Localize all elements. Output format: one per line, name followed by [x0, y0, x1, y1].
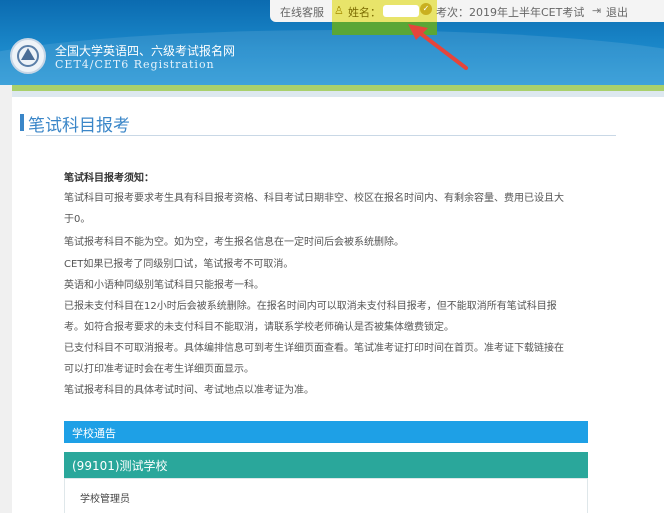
notice-line: CET如果已报考了同级别口试，笔试报考不可取消。 — [64, 259, 294, 270]
bulletin-label: 学校通告 — [72, 427, 116, 440]
name-label: 姓名： — [348, 6, 381, 19]
notice-line: 笔试报考科目的具体考试时间、考试地点以准考证为准。 — [64, 385, 314, 396]
notice-line: 可以打印准考证时会在考生详细页面显示。 — [64, 364, 254, 375]
logout-link[interactable]: 退出 — [606, 4, 628, 20]
notice-line: 已支付科目不可取消报考。具体编排信息可到考生详细页面查看。笔试准考证打印时间在首… — [64, 343, 564, 354]
password-icon[interactable]: ✓ — [420, 3, 432, 15]
cet-logo — [10, 38, 46, 74]
school-name: (99101)测试学校 — [72, 459, 168, 473]
notice-line: 考。如符合报考要求的未支付科目不能取消，请联系学校老师确认是否被集体缴费锁定。 — [64, 322, 454, 333]
page-title: 笔试科目报考 — [20, 111, 130, 136]
logout-icon[interactable]: ⇥ — [592, 4, 601, 17]
notice-line: 笔试报考科目不能为空。如为空，考生报名信息在一定时间后会被系统删除。 — [64, 237, 404, 248]
site-subtitle: CET4/CET6 Registration — [55, 58, 215, 71]
arrow-annotation — [408, 24, 468, 70]
name-value-masked — [383, 5, 419, 17]
school-admin: 学校管理员 — [80, 494, 130, 505]
notice-line: 已报未支付科目在12小时后会被系统删除。在报名时间内可以取消未支付科目报考，但不… — [64, 301, 557, 312]
site-header: 在线客服 ♙ 姓名： ✓ 考次：2019年上半年CET考试 ⇥ 退出 全国大学英… — [0, 0, 664, 85]
notice-heading: 笔试科目报考须知： — [64, 173, 154, 184]
school-header: (99101)测试学校 — [64, 452, 588, 478]
notice-line: 英语和小语种同级别笔试科目只能报考一科。 — [64, 280, 264, 291]
bulletin-header: 学校通告 — [64, 421, 588, 443]
school-notice-box — [64, 478, 588, 513]
site-title: 全国大学英语四、六级考试报名网 — [55, 44, 236, 58]
notice-line: 笔试科目可报考要求考生具有科目报考资格、科目考试日期非空、校区在报名时间内、有剩… — [64, 193, 564, 204]
notice-line: 于0。 — [64, 214, 91, 225]
user-icon: ♙ — [334, 4, 344, 17]
online-service-link[interactable]: 在线客服 — [280, 4, 324, 20]
title-divider — [26, 135, 616, 136]
